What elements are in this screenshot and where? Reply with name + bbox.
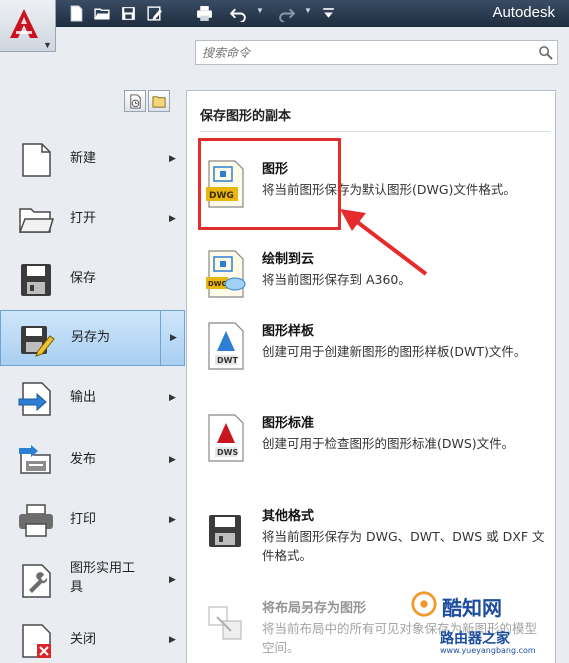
submenu-arrow-icon: ▶ [169, 514, 176, 524]
menu-item-open[interactable]: 打开 ▶ [0, 191, 185, 247]
application-menu-button[interactable]: ▼ [0, 0, 56, 52]
chevron-down-icon: ▼ [43, 40, 52, 50]
save-icon[interactable] [118, 4, 138, 22]
recent-documents-icon [129, 93, 141, 109]
split-divider [160, 311, 161, 365]
panel-divider [200, 131, 550, 132]
menu-item-label: 另存为 [71, 330, 111, 345]
menu-item-print[interactable]: 打印 ▶ [0, 492, 185, 548]
open-folder-icon [18, 208, 55, 233]
menu-item-label-line1: 图形实用工 [70, 561, 136, 576]
menu-item-label: 保存 [70, 271, 97, 286]
menu-item-label: 关闭 [70, 632, 97, 647]
option-save-template[interactable]: DWT 图形样板 创建可用于创建新图形的图形样板(DWT)文件。 [200, 320, 550, 384]
option-description: 创建可用于创建新图形的图形样板(DWT)文件。 [262, 344, 527, 359]
brand-label: Autodesk [492, 4, 555, 21]
watermark-title: 路由器之家 [440, 631, 510, 647]
autocad-logo-icon [10, 9, 38, 38]
dws-file-icon: DWS [208, 414, 244, 462]
undo-icon[interactable] [228, 4, 248, 22]
save-as-disk-icon [21, 326, 55, 357]
printer-icon [19, 504, 53, 537]
highlight-box [198, 138, 341, 230]
menu-item-save-as[interactable]: 另存为 ▶ [0, 310, 185, 366]
option-title: 绘制到云 [262, 252, 315, 267]
open-documents-icon [151, 95, 166, 108]
option-description: 将当前图形保存为 DWG、DWT、DWS 或 DXF 文件格式。 [262, 529, 545, 563]
drawing-utilities-icon [22, 564, 51, 598]
redo-icon[interactable] [276, 4, 296, 22]
menu-item-label: 新建 [70, 151, 97, 166]
customize-icon[interactable] [318, 4, 338, 22]
red-arrow-annotation [340, 209, 428, 276]
menu-item-label: 打开 [70, 211, 97, 226]
dws-badge: DWS [217, 448, 238, 457]
open-icon[interactable] [92, 4, 112, 22]
menu-item-label: 输出 [70, 390, 97, 405]
watermark-icon [411, 591, 437, 617]
menu-item-drawing-utilities[interactable]: 图形实用工 具 ▶ [0, 552, 185, 610]
dwt-badge: DWT [217, 356, 238, 365]
option-title: 将布局另存为图形 [262, 601, 367, 616]
menu-item-new[interactable]: 新建 ▶ [0, 131, 185, 187]
other-formats-disk-icon [209, 515, 241, 547]
dwg-cloud-icon: DWG [206, 250, 246, 298]
submenu-arrow-icon: ▶ [169, 634, 176, 644]
panel-title: 保存图形的副本 [200, 109, 292, 124]
menu-item-label: 打印 [70, 512, 97, 527]
menu-item-export[interactable]: 输出 ▶ [0, 370, 185, 426]
saveas-icon[interactable] [144, 4, 164, 22]
dwt-file-icon: DWT [208, 322, 244, 370]
layout-to-drawing-icon [208, 606, 242, 640]
new-document-icon [22, 143, 51, 177]
option-save-other-formats[interactable]: 其他格式 将当前图形保存为 DWG、DWT、DWS 或 DXF 文件格式。 [200, 505, 550, 569]
search-box [195, 40, 558, 65]
submenu-arrow-icon[interactable]: ▶ [170, 332, 177, 343]
save-disk-icon [21, 264, 51, 296]
option-description: 创建可用于检查图形的图形标准(DWS)文件。 [262, 436, 515, 451]
menu-item-save[interactable]: 保存 [0, 251, 185, 307]
export-icon [18, 382, 51, 416]
submenu-arrow-icon: ▶ [169, 213, 176, 223]
search-icon[interactable] [538, 45, 553, 60]
submenu-arrow-icon: ▶ [169, 392, 176, 402]
watermark-logo: 酷知网 [410, 590, 560, 620]
search-input[interactable] [196, 41, 526, 64]
option-title: 图形标准 [262, 416, 315, 431]
print-icon[interactable] [194, 4, 214, 22]
title-bar: ▼ ▼ Autodesk [0, 0, 569, 27]
submenu-arrow-icon: ▶ [169, 454, 176, 464]
close-document-icon [22, 624, 51, 658]
option-title: 图形样板 [262, 324, 315, 339]
watermark-text: 酷知网 [442, 596, 502, 620]
option-title: 其他格式 [262, 509, 315, 524]
option-save-standards[interactable]: DWS 图形标准 创建可用于检查图形的图形标准(DWS)文件。 [200, 412, 550, 476]
recent-documents-button[interactable] [124, 90, 146, 112]
menu-item-close[interactable]: 关闭 ▶ [0, 612, 185, 663]
watermark-url: www.yueyangbang.com [440, 646, 536, 655]
submenu-arrow-icon: ▶ [169, 574, 176, 584]
menu-item-label: 发布 [70, 452, 97, 467]
open-documents-button[interactable] [148, 90, 170, 112]
new-icon[interactable] [66, 4, 86, 22]
undo-dropdown-icon[interactable]: ▼ [256, 6, 264, 15]
watermark-router: 路由器之家 www.yueyangbang.com [430, 628, 565, 660]
publish-icon [19, 445, 51, 474]
submenu-arrow-icon: ▶ [169, 153, 176, 163]
menu-item-publish[interactable]: 发布 ▶ [0, 432, 185, 488]
redo-dropdown-icon[interactable]: ▼ [304, 6, 312, 15]
menu-item-label-line2: 具 [70, 580, 84, 595]
